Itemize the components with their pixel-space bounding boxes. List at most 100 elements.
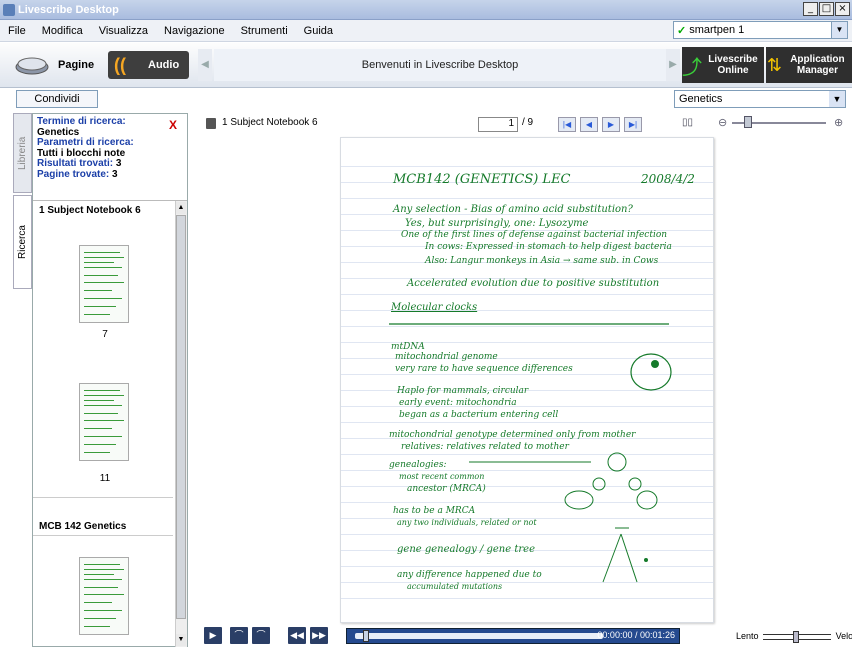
- pages-icon: [14, 53, 50, 77]
- application-manager-button[interactable]: ⇅ Application Manager: [766, 47, 852, 83]
- application-manager-label: Application Manager: [790, 54, 845, 76]
- search-params-label: Parametri di ricerca:: [37, 137, 134, 148]
- tab-search[interactable]: Ricerca: [13, 195, 32, 289]
- page-number: 11: [99, 473, 111, 484]
- minimize-button[interactable]: _: [803, 2, 818, 16]
- livescribe-online-button[interactable]: ⤴ Livescribe Online: [682, 47, 764, 83]
- skip-forward-button[interactable]: ▶▶: [310, 627, 328, 644]
- title-bar: Livescribe Desktop _ □ ×: [0, 0, 852, 20]
- note-line: In cows: Expressed in stomach to help di…: [425, 242, 672, 252]
- note-line: ancestor (MRCA): [407, 484, 486, 494]
- welcome-banner: Benvenuti in Livescribe Desktop: [214, 49, 666, 81]
- window-controls: _ □ ×: [803, 2, 850, 16]
- bookmark-prev-button[interactable]: ⌒: [230, 627, 248, 644]
- notebook-icon: [206, 118, 216, 129]
- note-line: has to be a MRCA: [393, 506, 476, 516]
- note-line: Also: Langur monkeys in Asia → same sub.…: [425, 256, 659, 266]
- zoom-slider-handle[interactable]: [744, 116, 752, 128]
- page-number: 7: [102, 329, 108, 340]
- note-line: early event: mitochondria: [399, 398, 517, 408]
- livescribe-online-label: Livescribe Online: [708, 54, 758, 76]
- check-icon: ✓: [677, 24, 687, 37]
- share-button[interactable]: Condividi: [16, 90, 98, 108]
- page-number-input[interactable]: 1: [478, 117, 518, 132]
- zoom-in-icon[interactable]: ⊕: [834, 116, 843, 129]
- audio-timeline[interactable]: 00:00:00 / 00:01:26: [346, 628, 680, 644]
- note-line: One of the first lines of defense agains…: [401, 230, 668, 240]
- side-tabs: Libreria Ricerca: [13, 113, 32, 289]
- nav-left-arrow[interactable]: ◀: [198, 49, 212, 81]
- note-line: Accelerated evolution due to positive su…: [407, 278, 660, 289]
- note-line: very rare to have sequence differences: [395, 364, 573, 374]
- page-total: / 9: [522, 117, 534, 128]
- menu-modifica[interactable]: Modifica: [42, 25, 83, 37]
- notebook-title: 1 Subject Notebook 6: [222, 117, 318, 128]
- pages-button[interactable]: Pagine: [14, 49, 94, 81]
- last-page-button[interactable]: ▶|: [624, 117, 642, 132]
- speed-slider[interactable]: [763, 630, 832, 643]
- scroll-up-arrow[interactable]: ▲: [176, 202, 186, 214]
- livescribe-online-icon: ⤴: [682, 56, 702, 79]
- tab-library[interactable]: Libreria: [13, 113, 32, 193]
- zoom-out-icon[interactable]: ⊖: [718, 116, 727, 129]
- menu-bar: File Modifica Visualizza Navigazione Str…: [0, 20, 852, 42]
- search-results-list: 1 Subject Notebook 6 7 11 MCB 142 Geneti…: [33, 200, 187, 647]
- audio-button[interactable]: (( Audio: [108, 51, 190, 79]
- first-page-button[interactable]: |◀: [558, 117, 576, 132]
- close-icon[interactable]: X: [169, 118, 177, 132]
- note-line: began as a bacterium entering cell: [399, 410, 559, 420]
- note-line: any two individuals, related or not: [397, 518, 537, 527]
- bookmark-next-button[interactable]: ⌒: [252, 627, 270, 644]
- menu-visualizza[interactable]: Visualizza: [99, 25, 148, 37]
- window-title: Livescribe Desktop: [18, 3, 119, 16]
- note-line: mitochondrial genome: [395, 352, 498, 362]
- note-line: Any selection - Bias of amino acid subst…: [393, 204, 633, 215]
- menu-navigazione[interactable]: Navigazione: [164, 25, 225, 37]
- speed-control: Lento Veloce: [736, 630, 852, 643]
- note-line: any difference happened due to: [397, 570, 542, 580]
- speed-fast-label: Veloce: [835, 631, 852, 641]
- note-header: MCB142 (GENETICS) LEC: [393, 172, 571, 187]
- menu-strumenti[interactable]: Strumenti: [241, 25, 288, 37]
- play-icon[interactable]: ▶: [204, 627, 222, 644]
- chevron-down-icon[interactable]: ▼: [831, 22, 847, 38]
- scrollbar-thumb[interactable]: [176, 215, 186, 619]
- timeline-handle[interactable]: [363, 630, 369, 642]
- note-line: genealogies:: [389, 460, 447, 470]
- notebook-filter-select[interactable]: Genetics ▼: [674, 90, 846, 108]
- note-line: accumulated mutations: [407, 582, 503, 591]
- notebook-page[interactable]: MCB142 (GENETICS) LEC 2008/4/2 Any selec…: [340, 137, 714, 623]
- pages-found-count: 3: [112, 168, 118, 180]
- timeline-track[interactable]: [355, 633, 603, 639]
- note-line: Yes, but surprisingly, one: Lysozyme: [405, 218, 589, 229]
- maximize-button[interactable]: □: [819, 2, 834, 16]
- menu-guida[interactable]: Guida: [304, 25, 333, 37]
- speed-slow-label: Lento: [736, 631, 759, 641]
- results-scrollbar[interactable]: ▲ ▼: [175, 201, 187, 647]
- page-thumbnail[interactable]: [79, 245, 129, 323]
- page-thumbnail[interactable]: [79, 383, 129, 461]
- scroll-down-arrow[interactable]: ▼: [176, 634, 186, 646]
- nav-right-arrow[interactable]: ▶: [666, 49, 680, 81]
- note-line: mtDNA: [391, 342, 425, 352]
- two-page-view-icon[interactable]: ▯▯: [682, 117, 693, 128]
- viewer-header: 1 Subject Notebook 6 1 / 9 |◀ ◀ ▶ ▶| ▯▯ …: [196, 113, 852, 133]
- results-label: Risultati trovati:: [37, 158, 114, 169]
- skip-back-button[interactable]: ◀◀: [288, 627, 306, 644]
- page-thumbnail[interactable]: [79, 557, 129, 635]
- playback-time: 00:00:00 / 00:01:26: [597, 630, 675, 640]
- prev-page-button[interactable]: ◀: [580, 117, 598, 132]
- note-date: 2008/4/2: [641, 172, 695, 186]
- menu-file[interactable]: File: [8, 25, 26, 37]
- pages-found-label: Pagine trovate:: [37, 168, 110, 180]
- results-count: 3: [115, 158, 122, 169]
- smartpen-select[interactable]: ✓ smartpen 1 ▼: [673, 21, 848, 39]
- toolbar: Pagine (( Audio ◀ Benvenuti in Livescrib…: [0, 43, 852, 88]
- speed-slider-handle[interactable]: [793, 630, 800, 643]
- note-line: Molecular clocks: [391, 302, 478, 313]
- chevron-down-icon[interactable]: ▼: [829, 91, 845, 107]
- next-page-button[interactable]: ▶: [602, 117, 620, 132]
- search-panel: Termine di ricerca: Genetics Parametri d…: [32, 113, 188, 647]
- close-button[interactable]: ×: [835, 2, 850, 16]
- notebook-filter-value: Genetics: [679, 93, 723, 105]
